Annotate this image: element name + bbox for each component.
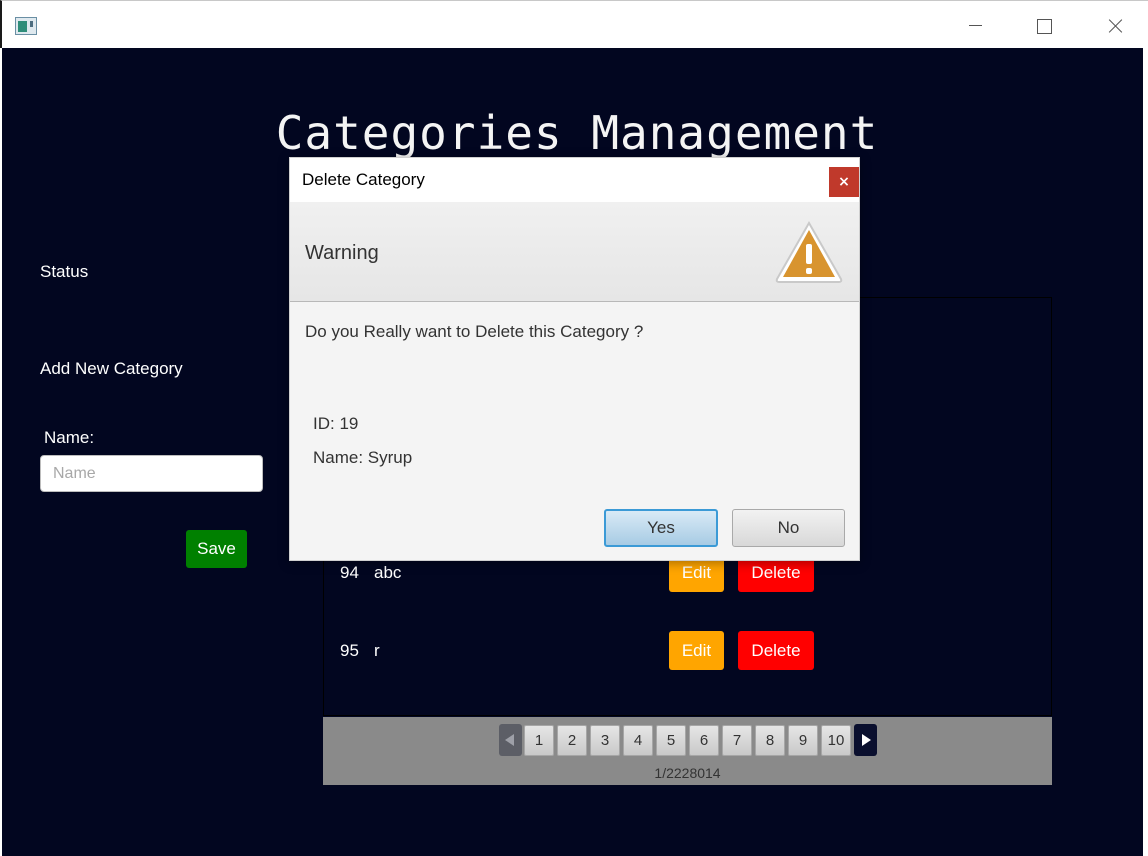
page-info: 1/2228014	[654, 765, 721, 781]
page-button-3[interactable]: 3	[590, 725, 620, 756]
status-label: Status	[40, 262, 89, 281]
dialog-header-text: Warning	[305, 242, 379, 264]
row-id: 95	[340, 641, 359, 660]
no-button[interactable]: No	[732, 509, 845, 547]
table-row: 95 r Edit Delete	[324, 631, 1053, 671]
page-button-1[interactable]: 1	[524, 725, 554, 756]
page-button-9[interactable]: 9	[788, 725, 818, 756]
save-button[interactable]: Save	[186, 530, 247, 568]
page-button-6[interactable]: 6	[689, 725, 719, 756]
page-button-8[interactable]: 8	[755, 725, 785, 756]
window-titlebar[interactable]	[0, 0, 1148, 48]
dialog-id-line: ID: 19	[313, 414, 359, 433]
dialog-titlebar[interactable]: Delete Category ×	[290, 158, 859, 202]
dialog-message: Do you Really want to Delete this Catego…	[305, 322, 644, 341]
chevron-right-icon[interactable]	[854, 724, 877, 756]
warning-icon	[775, 220, 843, 283]
page-button-7[interactable]: 7	[722, 725, 752, 756]
yes-button[interactable]: Yes	[604, 509, 718, 547]
delete-category-dialog: Delete Category × Warning Do you Really …	[289, 157, 860, 561]
delete-button[interactable]: Delete	[738, 631, 814, 670]
page-title: Categories Management	[275, 106, 879, 160]
row-id: 94	[340, 563, 359, 582]
pagination: 1 2 3 4 5 6 7 8 9 10 1/2228014	[323, 717, 1052, 785]
dialog-header: Warning	[290, 202, 859, 302]
minimize-icon[interactable]	[953, 11, 997, 41]
add-new-category-heading: Add New Category	[40, 359, 183, 378]
row-name: r	[374, 641, 380, 660]
edit-button[interactable]: Edit	[669, 631, 724, 670]
row-name: abc	[374, 563, 402, 582]
page-button-4[interactable]: 4	[623, 725, 653, 756]
name-label: Name:	[44, 428, 95, 447]
chevron-left-icon[interactable]	[499, 724, 522, 756]
name-input[interactable]	[40, 455, 263, 492]
maximize-icon[interactable]	[1022, 11, 1066, 41]
page-button-10[interactable]: 10	[821, 725, 851, 756]
dialog-name-line: Name: Syrup	[313, 448, 413, 467]
page-button-5[interactable]: 5	[656, 725, 686, 756]
dialog-close-button[interactable]: ×	[829, 167, 859, 197]
page-button-2[interactable]: 2	[557, 725, 587, 756]
dialog-title: Delete Category	[302, 170, 425, 189]
close-icon[interactable]	[1093, 11, 1137, 41]
app-window-icon	[15, 17, 37, 35]
application-window: Categories Management Status Add New Cat…	[0, 0, 1148, 856]
